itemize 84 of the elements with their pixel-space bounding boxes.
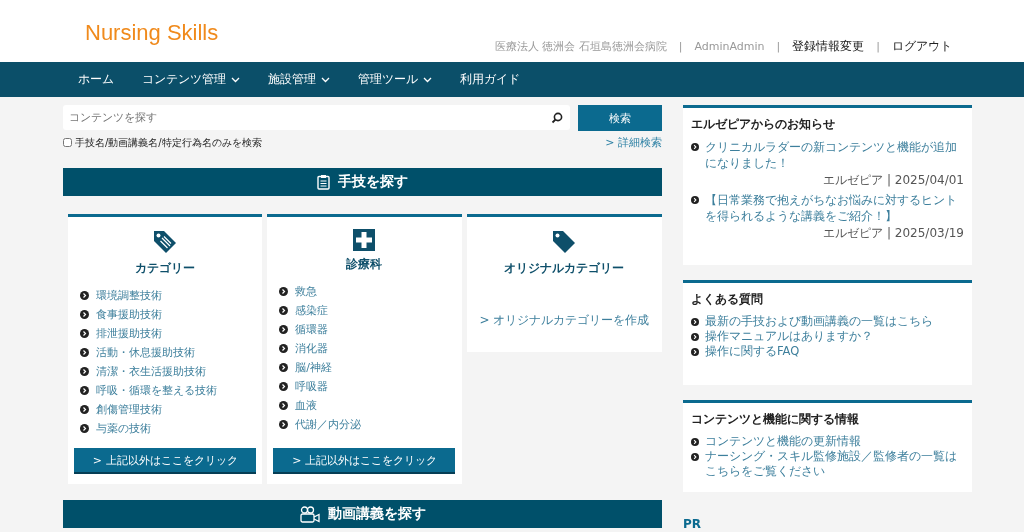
bullet-icon	[279, 287, 289, 296]
user-info: AdminAdmin	[694, 40, 765, 53]
section-title: 手技を探す	[338, 173, 408, 191]
separator: |	[876, 40, 880, 53]
video-camera-icon	[299, 505, 320, 523]
bullet-icon	[279, 363, 289, 372]
nav-item[interactable]: 施設管理	[268, 71, 330, 88]
search-button[interactable]: 検索	[578, 105, 662, 131]
bullet-icon	[691, 196, 699, 204]
separator: |	[776, 40, 781, 53]
bullet-icon	[80, 348, 89, 357]
bullet-icon	[691, 318, 699, 326]
panel-title: エルゼピアからのお知らせ	[691, 116, 836, 133]
bullet-icon	[80, 310, 89, 319]
bullet-icon	[691, 348, 699, 356]
bullet-icon	[80, 367, 89, 376]
nav-item[interactable]: ホーム	[78, 71, 114, 88]
info-link[interactable]: コンテンツと機能の更新情報	[705, 434, 861, 449]
category-link[interactable]: 食事援助技術	[96, 307, 162, 322]
user-info: 医療法人 徳洲会 石垣島徳洲会病院	[494, 39, 667, 54]
category-link[interactable]: 環境調整技術	[96, 288, 162, 303]
news-link[interactable]: クリニカルラダーの新コンテンツと機能が追加になりました！	[705, 139, 964, 171]
logo[interactable]: Nursing Skills	[85, 20, 219, 46]
bullet-icon	[80, 405, 89, 414]
info-link[interactable]: 操作マニュアルはありますか？	[705, 329, 873, 344]
search-field[interactable]: コンテンツを探す	[63, 105, 570, 130]
checkbox[interactable]	[63, 138, 72, 147]
tag-icon	[551, 229, 578, 255]
category-link[interactable]: 排泄援助技術	[96, 326, 162, 341]
category-link[interactable]: 循環器	[295, 322, 329, 337]
category-link[interactable]: 消化器	[295, 341, 329, 356]
advanced-search-link[interactable]: > 詳細検索	[605, 135, 662, 150]
bullet-icon	[691, 453, 699, 461]
section-title: 動画講義を探す	[327, 505, 426, 523]
nav-item[interactable]: コンテンツ管理	[142, 71, 240, 88]
pr-heading: PR	[683, 517, 703, 531]
nav-item[interactable]: 利用ガイド	[460, 71, 520, 88]
info-link[interactable]: 最新の手技および動画講義の一覧はこちら	[705, 314, 933, 329]
category-link[interactable]: 脳/神経	[295, 360, 333, 375]
bullet-icon	[80, 424, 89, 433]
create-category-link[interactable]: > オリジナルカテゴリーを作成	[479, 312, 650, 329]
news-meta: エルゼピア | 2025/04/01	[822, 172, 964, 189]
bullet-icon	[279, 325, 289, 334]
news-link[interactable]: 【日常業務で抱えがちなお悩みに対するヒントを得られるような講義をご紹介！】	[705, 192, 964, 224]
category-link[interactable]: 救急	[295, 284, 318, 299]
category-link[interactable]: 清潔・衣生活援助技術	[96, 364, 206, 379]
bullet-icon	[80, 386, 89, 395]
category-link[interactable]: 活動・休息援助技術	[96, 345, 195, 360]
category-link[interactable]: 血液	[295, 398, 318, 413]
bullet-icon	[691, 438, 699, 446]
bullet-icon	[279, 401, 289, 410]
news-meta: エルゼピア | 2025/03/19	[822, 225, 964, 242]
category-link[interactable]: 感染症	[295, 303, 329, 318]
category-link[interactable]: 呼吸・循環を整える技術	[96, 383, 217, 398]
card-title: オリジナルカテゴリー	[504, 261, 625, 276]
bullet-icon	[691, 143, 699, 151]
category-link[interactable]: 呼吸器	[295, 379, 329, 394]
search-icon	[551, 112, 563, 124]
card-title: 診療科	[346, 257, 383, 272]
header-link[interactable]: 登録情報変更	[792, 38, 865, 55]
info-link[interactable]: ナーシング・スキル監修施設／監修者の一覧はこちらをご覧ください	[705, 449, 964, 479]
nav-item[interactable]: 管理ツール	[358, 71, 432, 88]
separator: |	[678, 40, 683, 53]
info-link[interactable]: 操作に関するFAQ	[705, 344, 800, 359]
more-button[interactable]: > 上記以外はここをクリック	[74, 448, 257, 474]
bullet-icon	[279, 344, 289, 353]
bullet-icon	[279, 420, 289, 429]
header-link[interactable]: ログアウト	[892, 38, 952, 55]
bullet-icon	[279, 306, 289, 315]
category-link[interactable]: 与薬の技術	[96, 421, 151, 436]
clipboard-icon	[317, 174, 330, 190]
bullet-icon	[279, 382, 289, 391]
tag-icon	[152, 229, 179, 255]
bullet-icon	[691, 333, 699, 341]
panel-title: コンテンツと機能に関する情報	[691, 411, 860, 428]
panel-title: よくある質問	[691, 291, 764, 308]
more-button[interactable]: > 上記以外はここをクリック	[273, 448, 456, 474]
checkbox-label: 手技名/動画講義名/特定行為名のみを検索	[75, 135, 262, 150]
category-link[interactable]: 代謝／内分泌	[295, 417, 362, 432]
bullet-icon	[80, 329, 89, 338]
bullet-icon	[80, 291, 89, 300]
card-title: カテゴリー	[135, 261, 196, 276]
medical-cross-icon	[353, 229, 376, 251]
category-link[interactable]: 創傷管理技術	[96, 402, 162, 417]
